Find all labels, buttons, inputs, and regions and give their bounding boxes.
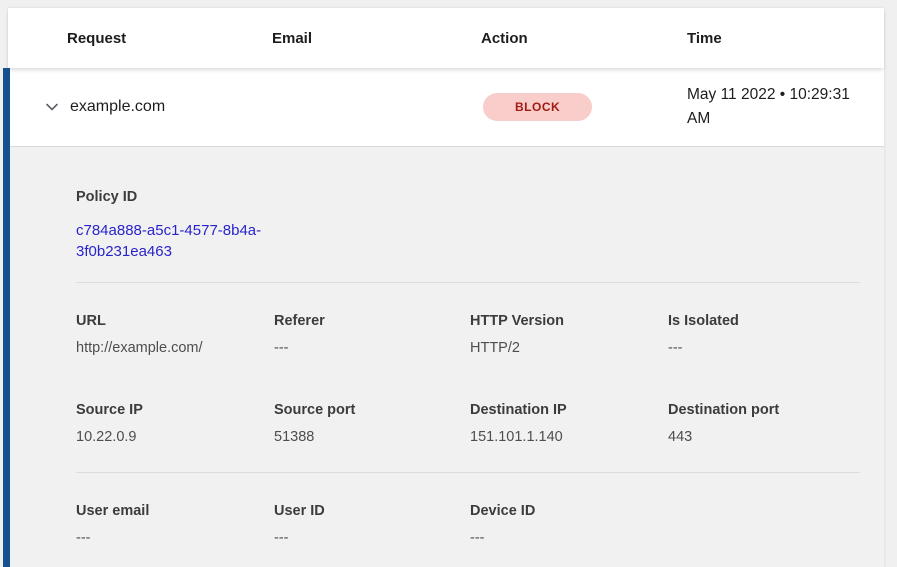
detail-field-user-email: User email --- <box>76 501 274 548</box>
field-value: HTTP/2 <box>470 338 668 358</box>
field-value: 10.22.0.9 <box>76 427 274 447</box>
detail-field-is-isolated: Is Isolated --- <box>668 311 860 358</box>
row-request-value: example.com <box>70 98 272 116</box>
field-value: --- <box>470 528 668 548</box>
detail-field-referer: Referer --- <box>274 311 470 358</box>
expanded-log-entry: example.com BLOCK May 11 2022 • 10:29:31… <box>8 68 884 567</box>
active-row-indicator <box>3 68 10 567</box>
row-time-value: May 11 2022 • 10:29:31 AM <box>687 83 869 131</box>
field-value: 443 <box>668 427 860 447</box>
field-value: --- <box>274 528 470 548</box>
policy-id-link[interactable]: c784a888-a5c1-4577-8b4a-3f0b231ea463 <box>76 220 276 262</box>
detail-fields-network: Source IP 10.22.0.9 Source port 51388 De… <box>76 400 860 447</box>
status-badge-block: BLOCK <box>483 93 592 121</box>
field-label: URL <box>76 311 274 331</box>
field-label: HTTP Version <box>470 311 668 331</box>
field-label: Source IP <box>76 400 274 420</box>
table-row[interactable]: example.com BLOCK May 11 2022 • 10:29:31… <box>8 68 884 147</box>
field-label: Source port <box>274 400 470 420</box>
row-detail-panel: Policy ID c784a888-a5c1-4577-8b4a-3f0b23… <box>8 147 884 567</box>
field-label: Destination IP <box>470 400 668 420</box>
section-divider <box>76 282 860 283</box>
detail-fields-user: User email --- User ID --- Device ID --- <box>76 501 860 548</box>
detail-field-url: URL http://example.com/ <box>76 311 274 358</box>
field-label: User email <box>76 501 274 521</box>
policy-id-section: Policy ID c784a888-a5c1-4577-8b4a-3f0b23… <box>76 187 860 262</box>
column-header-request: Request <box>67 30 272 47</box>
detail-field-empty <box>668 501 860 548</box>
detail-field-source-ip: Source IP 10.22.0.9 <box>76 400 274 447</box>
field-value: --- <box>76 528 274 548</box>
section-divider <box>76 472 860 473</box>
field-value: --- <box>668 338 860 358</box>
detail-field-source-port: Source port 51388 <box>274 400 470 447</box>
field-value: 151.101.1.140 <box>470 427 668 447</box>
detail-field-destination-port: Destination port 443 <box>668 400 860 447</box>
policy-id-label: Policy ID <box>76 187 860 207</box>
field-label: Is Isolated <box>668 311 860 331</box>
chevron-down-icon <box>44 99 60 115</box>
collapse-row-button[interactable] <box>42 97 62 117</box>
detail-field-http-version: HTTP Version HTTP/2 <box>470 311 668 358</box>
field-value: --- <box>274 338 470 358</box>
detail-fields-http: URL http://example.com/ Referer --- HTTP… <box>76 311 860 358</box>
field-label: Destination port <box>668 400 860 420</box>
field-label: Referer <box>274 311 470 331</box>
field-value: http://example.com/ <box>76 338 274 358</box>
row-action-cell: BLOCK <box>481 93 687 121</box>
table-header-row: Request Email Action Time <box>8 8 884 68</box>
field-label: Device ID <box>470 501 668 521</box>
detail-field-destination-ip: Destination IP 151.101.1.140 <box>470 400 668 447</box>
column-header-time: Time <box>687 30 884 47</box>
detail-field-user-id: User ID --- <box>274 501 470 548</box>
field-label: User ID <box>274 501 470 521</box>
log-table: Request Email Action Time example.com BL… <box>8 8 884 567</box>
column-header-action: Action <box>481 30 687 47</box>
field-value: 51388 <box>274 427 470 447</box>
column-header-email: Email <box>272 30 481 47</box>
detail-field-device-id: Device ID --- <box>470 501 668 548</box>
